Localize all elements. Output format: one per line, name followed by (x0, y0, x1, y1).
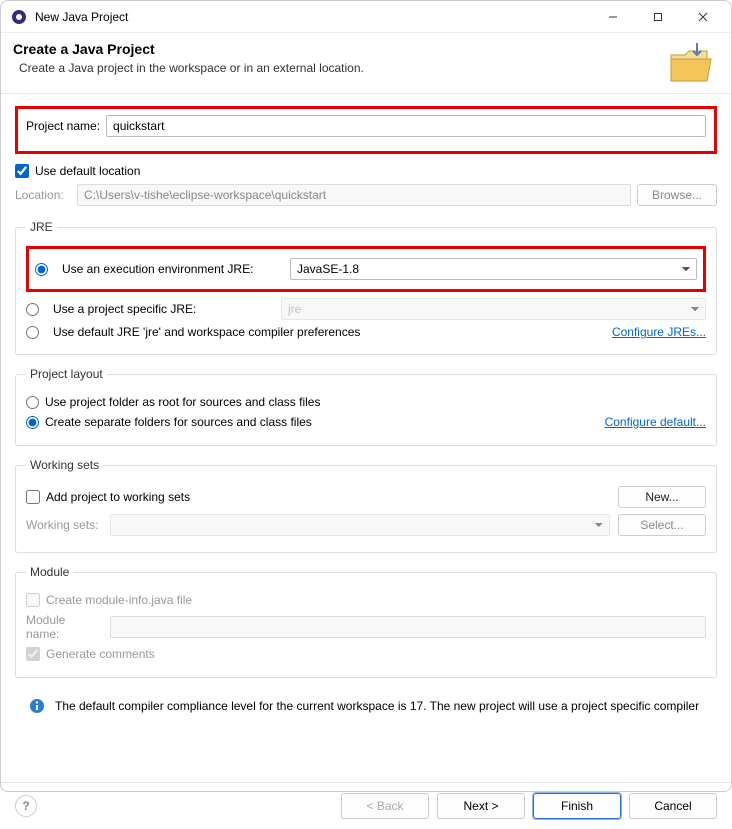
window-title: New Java Project (35, 10, 590, 24)
module-name-input (110, 616, 706, 638)
exec-env-label: Use an execution environment JRE: (62, 262, 282, 276)
exec-env-radio[interactable] (35, 263, 48, 276)
page-title: Create a Java Project (13, 41, 667, 57)
app-icon (11, 9, 27, 25)
use-default-location-checkbox[interactable] (15, 164, 29, 178)
generate-comments-checkbox (26, 647, 40, 661)
project-layout-legend: Project layout (26, 367, 107, 381)
browse-button: Browse... (637, 184, 717, 206)
footer-bar: ? < Back Next > Finish Cancel (1, 783, 731, 829)
close-button[interactable] (680, 3, 725, 31)
module-name-label: Module name: (26, 613, 102, 641)
layout-separate-label: Create separate folders for sources and … (45, 415, 312, 429)
maximize-button[interactable] (635, 3, 680, 31)
add-working-sets-checkbox[interactable] (26, 490, 40, 504)
project-layout-group: Project layout Use project folder as roo… (15, 367, 717, 446)
location-input (77, 184, 631, 206)
default-jre-label: Use default JRE 'jre' and workspace comp… (53, 325, 360, 339)
create-module-info-label: Create module-info.java file (46, 593, 192, 607)
title-bar: New Java Project (1, 1, 731, 33)
jre-legend: JRE (26, 220, 57, 234)
finish-button[interactable]: Finish (533, 793, 621, 819)
info-message-text: The default compiler compliance level fo… (55, 699, 699, 713)
back-button: < Back (341, 793, 429, 819)
working-sets-select (110, 514, 610, 536)
cancel-button[interactable]: Cancel (629, 793, 717, 819)
location-label: Location: (15, 188, 71, 202)
next-button[interactable]: Next > (437, 793, 525, 819)
help-button[interactable]: ? (15, 795, 37, 817)
info-icon (29, 698, 45, 714)
project-jre-radio[interactable] (26, 303, 39, 316)
info-message-row: The default compiler compliance level fo… (15, 690, 717, 722)
content-area: Project name: Use default location Locat… (1, 94, 731, 732)
exec-env-select[interactable]: JavaSE-1.8 (290, 258, 697, 280)
module-legend: Module (26, 565, 73, 579)
use-default-location-label: Use default location (35, 164, 140, 178)
select-working-set-button: Select... (618, 514, 706, 536)
layout-root-label: Use project folder as root for sources a… (45, 395, 320, 409)
create-module-info-checkbox (26, 593, 40, 607)
layout-root-radio[interactable] (26, 396, 39, 409)
project-jre-select: jre (281, 298, 706, 320)
project-jre-label: Use a project specific JRE: (53, 302, 273, 316)
working-sets-legend: Working sets (26, 458, 103, 472)
generate-comments-label: Generate comments (46, 647, 155, 661)
new-working-set-button[interactable]: New... (618, 486, 706, 508)
add-working-sets-label: Add project to working sets (46, 490, 190, 504)
wizard-header: Create a Java Project Create a Java proj… (1, 33, 731, 94)
configure-jres-link[interactable]: Configure JREs... (612, 325, 706, 339)
default-jre-radio[interactable] (26, 326, 39, 339)
minimize-button[interactable] (590, 3, 635, 31)
jre-group: JRE Use an execution environment JRE: Ja… (15, 220, 717, 355)
module-group: Module Create module-info.java file Modu… (15, 565, 717, 678)
working-sets-label: Working sets: (26, 518, 102, 532)
working-sets-group: Working sets Add project to working sets… (15, 458, 717, 553)
project-name-label: Project name: (26, 119, 100, 133)
folder-wizard-icon (667, 41, 715, 83)
layout-separate-radio[interactable] (26, 416, 39, 429)
project-name-highlight: Project name: (15, 106, 717, 154)
configure-default-link[interactable]: Configure default... (605, 415, 706, 429)
project-name-input[interactable] (106, 115, 706, 137)
page-subtitle: Create a Java project in the workspace o… (19, 61, 667, 75)
